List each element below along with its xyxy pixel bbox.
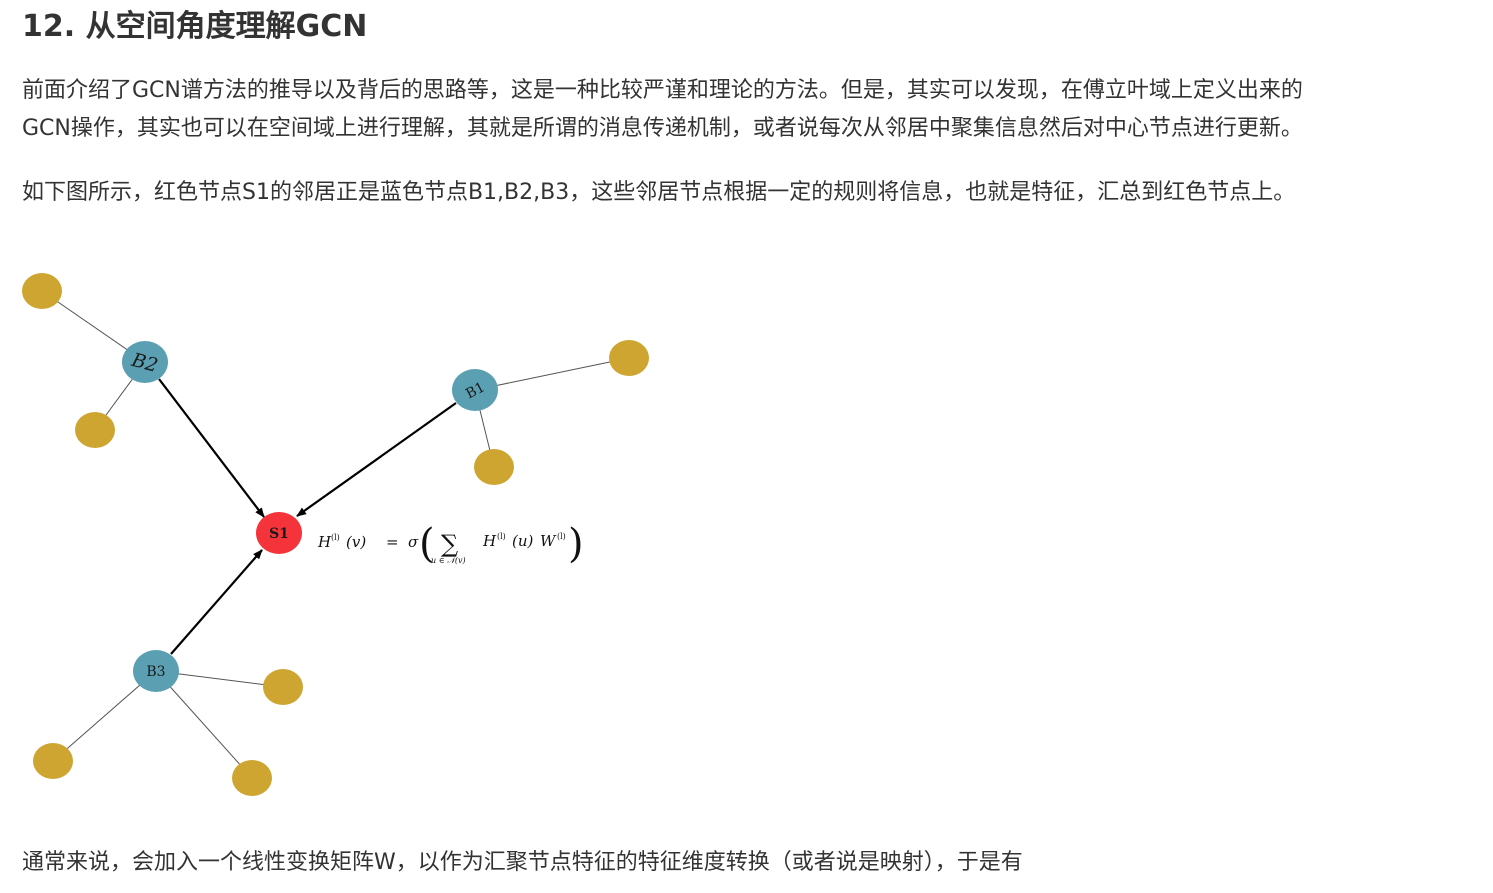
formula-rhs-sup: (l) bbox=[497, 532, 506, 541]
formula-equals: = bbox=[386, 533, 399, 551]
edge-b1-leaf-right bbox=[474, 357, 630, 391]
formula-lhs-arg: (v) bbox=[346, 533, 366, 551]
leaf-node bbox=[263, 669, 303, 705]
figure-description-paragraph: 如下图所示，红色节点S1的邻居正是蓝色节点B1,B2,B3，这些邻居节点根据一定… bbox=[22, 180, 1296, 205]
intro-line-2: GCN操作，其实也可以在空间域上进行理解，其就是所谓的消息传递机制，或者说每次从… bbox=[22, 116, 1303, 141]
leaf-node bbox=[33, 743, 73, 779]
message-passing-diagram: B2 B1 B3 S1 H (l) (v) = σ ( ∑ u ∈ 𝒩(v) H… bbox=[22, 273, 649, 796]
leaf-node bbox=[75, 412, 115, 448]
section-title: 12. 从空间角度理解GCN bbox=[22, 9, 368, 44]
formula-right-paren: ) bbox=[568, 521, 584, 567]
formula-sum: ∑ bbox=[441, 530, 458, 558]
formula-w-sup: (l) bbox=[557, 532, 566, 541]
formula-lhs-sup: (l) bbox=[331, 533, 340, 542]
leaf-node bbox=[232, 760, 272, 796]
formula-w: W bbox=[540, 532, 557, 550]
formula-rhs-h: H bbox=[482, 532, 497, 550]
formula-rhs-arg: (u) bbox=[512, 532, 534, 550]
neighbor-nodes bbox=[122, 341, 498, 692]
arrow-b3-to-s1 bbox=[170, 549, 263, 655]
leaf-node bbox=[22, 273, 62, 309]
formula-sum-index: u ∈ 𝒩(v) bbox=[431, 556, 466, 565]
leaf-node bbox=[609, 340, 649, 376]
arrow-b1-to-s1 bbox=[296, 402, 457, 517]
leaf-node bbox=[474, 449, 514, 485]
node-b3-label: B3 bbox=[146, 664, 165, 680]
node-s1-label: S1 bbox=[269, 526, 289, 542]
intro-paragraph: 前面介绍了GCN谱方法的推导以及背后的思路等，这是一种比较严谨和理论的方法。但是… bbox=[22, 72, 1482, 148]
arrow-b2-to-s1 bbox=[158, 378, 265, 518]
aggregation-formula: H (l) (v) = σ ( ∑ u ∈ 𝒩(v) H (l) (u) W (… bbox=[317, 521, 584, 567]
intro-line-1: 前面介绍了GCN谱方法的推导以及背后的思路等，这是一种比较严谨和理论的方法。但是… bbox=[22, 78, 1303, 103]
message-arrows bbox=[158, 378, 457, 655]
formula-lhs-h: H bbox=[317, 533, 332, 551]
transform-paragraph: 通常来说，会加入一个线性变换矩阵W，以作为汇聚节点特征的特征维度转换（或者说是映… bbox=[22, 850, 1023, 875]
formula-sigma: σ bbox=[408, 533, 419, 551]
